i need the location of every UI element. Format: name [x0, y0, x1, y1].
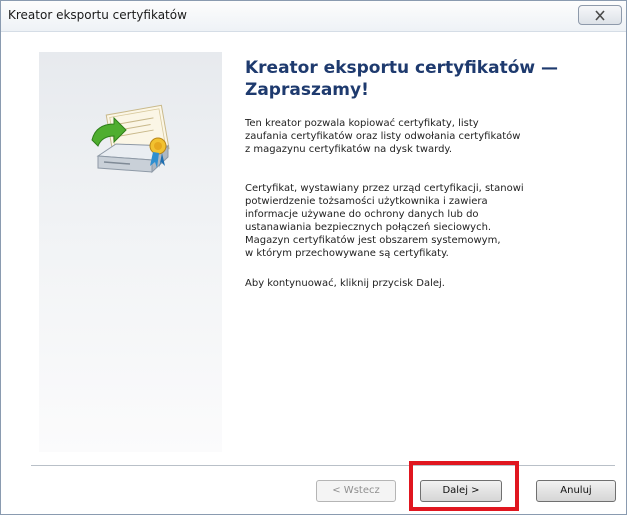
cancel-button[interactable]: Anuluj: [536, 480, 616, 502]
wizard-heading: Kreator eksportu certyfikatów — Zaprasza…: [245, 58, 559, 100]
title-bar[interactable]: Kreator eksportu certyfikatów: [1, 1, 626, 32]
footer-separator: [31, 465, 615, 467]
certificate-export-wizard-window: Kreator eksportu certyfikatów Kreator ek…: [0, 0, 627, 515]
window-title: Kreator eksportu certyfikatów: [8, 8, 187, 22]
close-button[interactable]: [578, 5, 622, 25]
close-icon: [595, 10, 605, 21]
wizard-content: Kreator eksportu certyfikatów — Zaprasza…: [2, 32, 625, 462]
wizard-instruction: Aby kontynuować, kliknij przycisk Dalej.: [245, 278, 445, 289]
next-button[interactable]: Dalej >: [420, 480, 502, 502]
wizard-side-panel: [39, 52, 222, 452]
certificate-export-icon: [91, 104, 170, 174]
back-button[interactable]: < Wstecz: [316, 480, 396, 502]
wizard-description-2: Certyfikat, wystawiany przez urząd certy…: [245, 183, 524, 259]
wizard-description-1: Ten kreator pozwala kopiować certyfikaty…: [245, 118, 521, 155]
